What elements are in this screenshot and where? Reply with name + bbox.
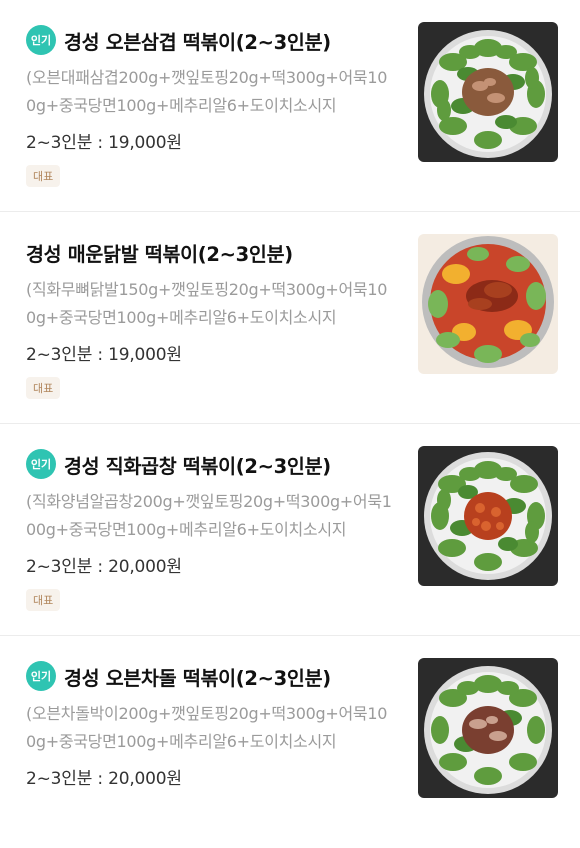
- menu-item-grilled-gopchang[interactable]: 인기 경성 직화곱창 떡볶이(2~3인분) (직화양념알곱창200g+깻잎토핑2…: [0, 424, 580, 636]
- menu-item-price: 2~3인분 : 20,000원: [26, 769, 182, 789]
- representative-badge: 대표: [26, 589, 61, 611]
- title-row: 인기 경성 오븐삼겹 떡볶이(2~3인분): [26, 22, 396, 58]
- title-row: 경성 매운닭발 떡볶이(2~3인분): [26, 234, 396, 270]
- menu-item-photo: [418, 234, 558, 374]
- representative-badge: 대표: [26, 165, 61, 187]
- menu-item-photo: [418, 658, 558, 798]
- popular-badge: 인기: [26, 661, 56, 691]
- title-row: 인기 경성 직화곱창 떡볶이(2~3인분): [26, 446, 396, 482]
- menu-item-price: 2~3인분 : 20,000원: [26, 557, 182, 577]
- title-row: 인기 경성 오븐차돌 떡볶이(2~3인분): [26, 658, 396, 694]
- menu-item-description: (직화양념알곱창200g+깻잎토핑20g+떡300g+어묵100g+중국당면10…: [26, 492, 392, 539]
- menu-item-title: 경성 직화곱창 떡볶이(2~3인분): [64, 454, 331, 478]
- popular-badge: 인기: [26, 25, 56, 55]
- menu-item-text: 인기 경성 오븐차돌 떡볶이(2~3인분) (오븐차돌박이200g+깻잎토핑20…: [26, 658, 396, 789]
- menu-item-photo: [418, 446, 558, 586]
- menu-item-title: 경성 매운닭발 떡볶이(2~3인분): [26, 242, 293, 266]
- menu-item-description: (오븐대패삼겹200g+깻잎토핑20g+떡300g+어묵100g+중국당면100…: [26, 68, 388, 115]
- menu-item-text: 인기 경성 직화곱창 떡볶이(2~3인분) (직화양념알곱창200g+깻잎토핑2…: [26, 446, 396, 611]
- menu-item-price: 2~3인분 : 19,000원: [26, 133, 182, 153]
- menu-item-spicy-chicken-feet[interactable]: 경성 매운닭발 떡볶이(2~3인분) (직화무뼈닭발150g+깻잎토핑20g+떡…: [0, 212, 580, 424]
- menu-item-title: 경성 오븐차돌 떡볶이(2~3인분): [64, 666, 331, 690]
- menu-item-oven-samgyeop[interactable]: 인기 경성 오븐삼겹 떡볶이(2~3인분) (오븐대패삼겹200g+깻잎토핑20…: [0, 0, 580, 212]
- menu-item-description: (직화무뼈닭발150g+깻잎토핑20g+떡300g+어묵100g+중국당면100…: [26, 280, 388, 327]
- menu-item-price: 2~3인분 : 19,000원: [26, 345, 182, 365]
- menu-item-text: 인기 경성 오븐삼겹 떡볶이(2~3인분) (오븐대패삼겹200g+깻잎토핑20…: [26, 22, 396, 187]
- popular-badge: 인기: [26, 449, 56, 479]
- menu-item-description: (오븐차돌박이200g+깻잎토핑20g+떡300g+어묵100g+중국당면100…: [26, 704, 388, 751]
- menu-item-photo: [418, 22, 558, 162]
- representative-badge: 대표: [26, 377, 61, 399]
- menu-item-oven-chadol[interactable]: 인기 경성 오븐차돌 떡볶이(2~3인분) (오븐차돌박이200g+깻잎토핑20…: [0, 636, 580, 848]
- menu-item-title: 경성 오븐삼겹 떡볶이(2~3인분): [64, 30, 331, 54]
- menu-list: 인기 경성 오븐삼겹 떡볶이(2~3인분) (오븐대패삼겹200g+깻잎토핑20…: [0, 0, 580, 848]
- menu-item-text: 경성 매운닭발 떡볶이(2~3인분) (직화무뼈닭발150g+깻잎토핑20g+떡…: [26, 234, 396, 399]
